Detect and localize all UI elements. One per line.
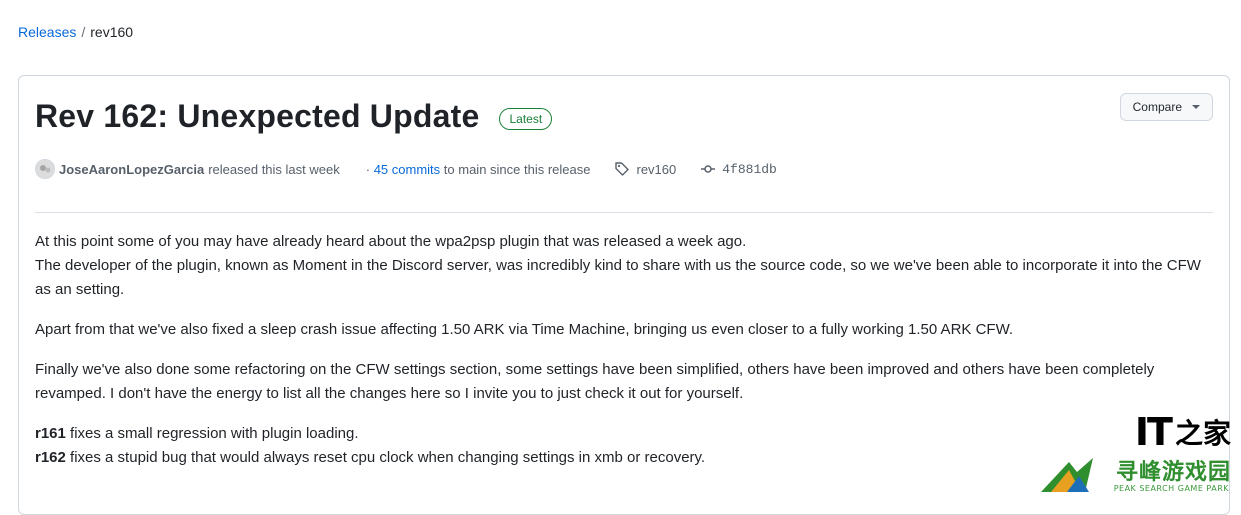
r162-text: fixes a stupid bug that would always res… [65,449,706,466]
paragraph-2: Apart from that we've also fixed a sleep… [35,321,1014,338]
compare-button[interactable]: Compare [1119,93,1213,121]
author-link[interactable]: JoseAaronLopezGarcia [59,162,204,177]
watermark: IT 之家 寻峰游戏园 PEAK SEARCH GAME PARK [1041,410,1231,498]
breadcrumb-releases-link[interactable]: Releases [18,24,76,40]
commit-icon [701,165,716,173]
breadcrumb: Releases / rev160 [18,24,133,40]
tag-link[interactable]: rev160 [614,161,676,177]
divider [35,212,1213,213]
watermark-it-logo: IT 之家 [1135,410,1231,454]
commit-sha-link[interactable]: 4f881db [700,161,777,177]
breadcrumb-current: rev160 [90,24,134,40]
breadcrumb-separator: / [81,24,86,40]
paragraph-1-line-1: At this point some of you may have alrea… [35,233,747,250]
commits-suffix: to main since this release [443,161,591,177]
r161-label: r161 [35,425,66,442]
avatar[interactable] [35,159,55,179]
commits-link[interactable]: 45 commits [374,162,440,177]
paragraph-3: Finally we've also done some refactoring… [35,361,1155,402]
avatar-image [36,160,54,178]
tag-icon [615,162,630,176]
paragraph-1-line-2: The developer of the plugin, known as Mo… [35,257,1201,298]
title-row: Rev 162: Unexpected Update Latest [35,98,553,135]
tag-name: rev160 [636,161,677,177]
watermark-subtitle: PEAK SEARCH GAME PARK [1113,484,1229,493]
paragraph-1: At this point some of you may have alrea… [35,230,1220,302]
commits-prefix: · [365,161,371,177]
watermark-zh-text: 之家 [1174,417,1231,450]
compare-label: Compare [1132,100,1182,114]
released-text: released this last week [208,161,340,177]
commit-sha: 4f881db [722,161,777,177]
r161-text: fixes a small regression with plugin loa… [65,425,359,442]
release-meta: JoseAaronLopezGarcia released this last … [35,159,777,179]
latest-badge: Latest [499,107,553,130]
caret-down-icon [1192,105,1200,109]
watermark-name: 寻峰游戏园 [1115,460,1231,485]
watermark-logo [1041,458,1093,492]
watermark-it-text: IT [1134,410,1173,454]
release-title[interactable]: Rev 162: Unexpected Update [35,98,479,135]
r162-label: r162 [35,449,66,466]
commits-info: · 45 commits to main since this release [366,162,591,177]
